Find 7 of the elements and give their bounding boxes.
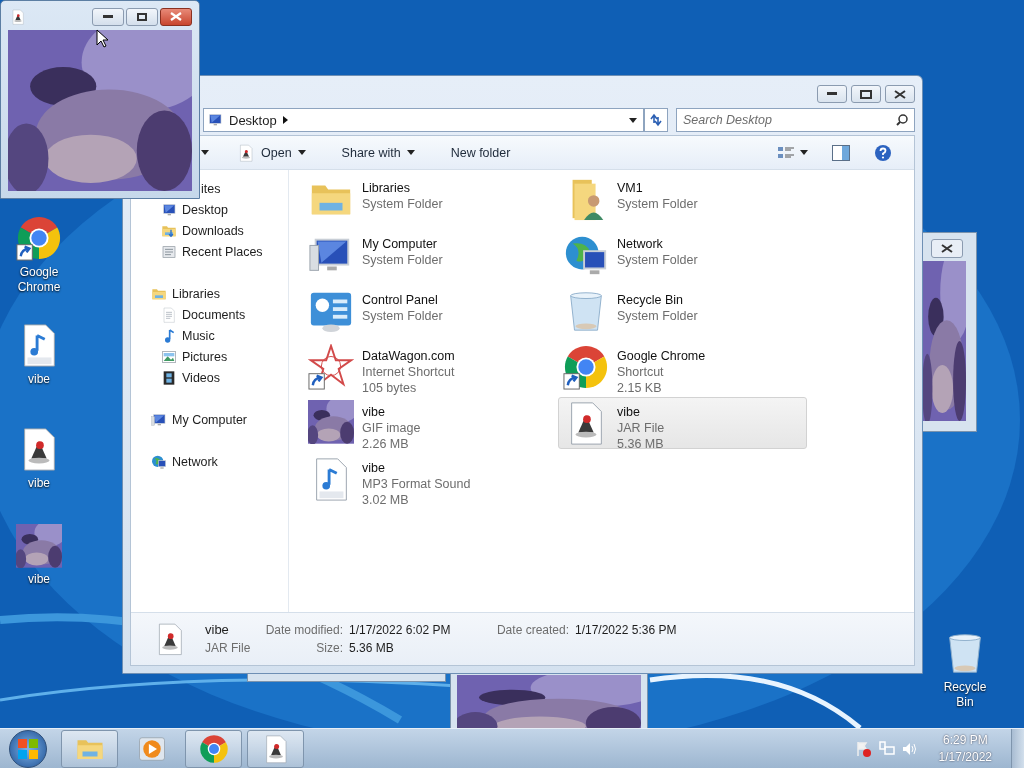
windows-logo-icon bbox=[17, 737, 39, 760]
browser-icon bbox=[198, 733, 229, 764]
network-icon bbox=[878, 740, 895, 757]
taskbar-button[interactable] bbox=[185, 729, 242, 768]
start-button[interactable] bbox=[9, 729, 47, 768]
taskbar-button[interactable] bbox=[247, 729, 304, 768]
flag-icon bbox=[855, 740, 872, 757]
